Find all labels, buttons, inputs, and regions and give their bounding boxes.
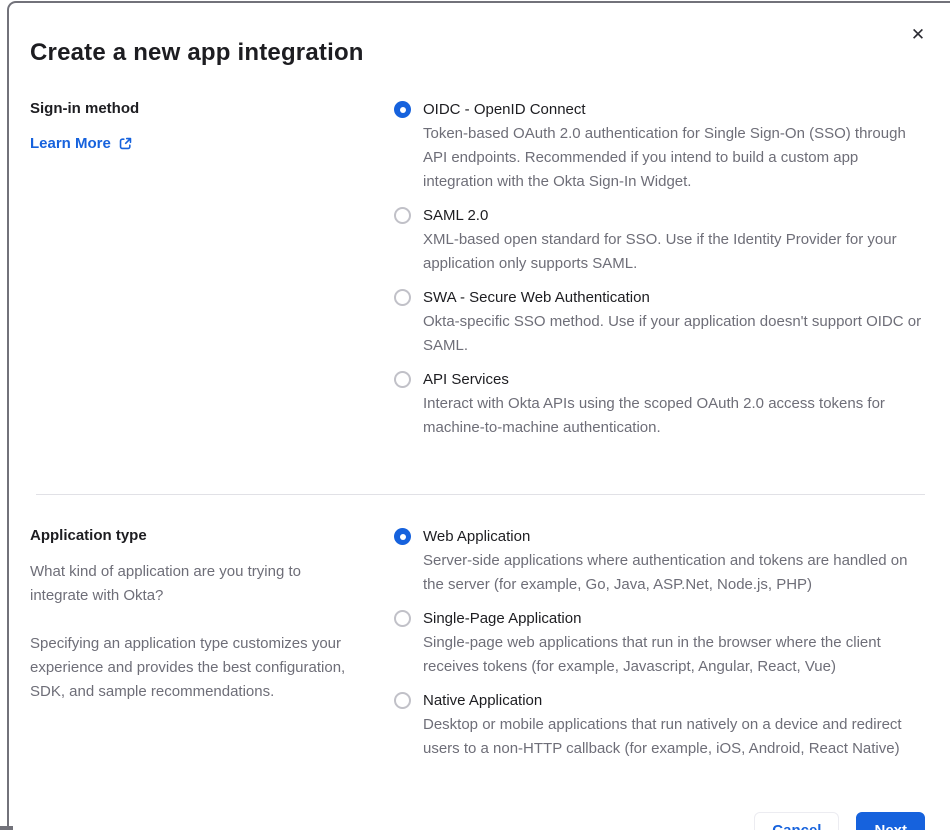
radio-option-description: Interact with Okta APIs using the scoped…: [423, 395, 885, 436]
application-type-label: Application type: [30, 527, 147, 544]
radio-unselected-icon[interactable]: [394, 371, 411, 388]
radio-unselected-icon[interactable]: [394, 289, 411, 306]
section-divider: [36, 494, 925, 495]
apptype-option-native[interactable]: Native Application Desktop or mobile app…: [394, 689, 925, 761]
radio-option-description: Single-page web applications that run in…: [423, 634, 881, 675]
cancel-button[interactable]: Cancel: [754, 812, 840, 830]
radio-option-description: XML-based open standard for SSO. Use if …: [423, 231, 897, 272]
signin-method-label: Sign-in method: [30, 100, 140, 117]
dialog-title: Create a new app integration: [30, 39, 364, 66]
radio-option-label: SWA - Secure Web Authentication: [423, 289, 650, 306]
dialog-footer: Cancel Next: [30, 812, 925, 830]
application-type-question: What kind of application are you trying …: [30, 563, 301, 604]
learn-more-link[interactable]: Learn More: [30, 135, 133, 152]
radio-option-description: Token-based OAuth 2.0 authentication for…: [423, 125, 906, 190]
radio-unselected-icon[interactable]: [394, 692, 411, 709]
radio-selected-icon[interactable]: [394, 101, 411, 118]
learn-more-label: Learn More: [30, 135, 111, 152]
radio-option-description: Okta-specific SSO method. Use if your ap…: [423, 313, 922, 354]
radio-option-label: Native Application: [423, 692, 543, 709]
external-link-icon: [118, 136, 133, 151]
radio-unselected-icon[interactable]: [394, 610, 411, 627]
backdrop-edge: [0, 826, 13, 830]
signin-option-saml[interactable]: SAML 2.0 XML-based open standard for SSO…: [394, 204, 925, 276]
apptype-option-spa[interactable]: Single-Page Application Single-page web …: [394, 607, 925, 679]
signin-method-section: Sign-in method Learn More OIDC - OpenID …: [30, 98, 925, 450]
radio-option-label: Web Application: [423, 528, 531, 545]
next-button[interactable]: Next: [856, 812, 925, 830]
signin-option-api-services[interactable]: API Services Interact with Okta APIs usi…: [394, 368, 925, 440]
application-type-explainer: Specifying an application type customize…: [30, 635, 346, 700]
radio-option-description: Server-side applications where authentic…: [423, 552, 908, 593]
radio-selected-icon[interactable]: [394, 528, 411, 545]
radio-option-label: API Services: [423, 371, 509, 388]
signin-option-swa[interactable]: SWA - Secure Web Authentication Okta-spe…: [394, 286, 925, 358]
radio-option-label: SAML 2.0: [423, 207, 489, 224]
create-app-integration-dialog: ✕ Create a new app integration Sign-in m…: [7, 1, 950, 830]
radio-unselected-icon[interactable]: [394, 207, 411, 224]
radio-option-label: OIDC - OpenID Connect: [423, 101, 586, 118]
apptype-option-web[interactable]: Web Application Server-side applications…: [394, 525, 925, 597]
application-type-section: Application type What kind of applicatio…: [30, 525, 925, 771]
radio-option-description: Desktop or mobile applications that run …: [423, 716, 902, 757]
radio-option-label: Single-Page Application: [423, 610, 582, 627]
signin-option-oidc[interactable]: OIDC - OpenID Connect Token-based OAuth …: [394, 98, 925, 194]
close-icon[interactable]: ✕: [906, 23, 930, 47]
